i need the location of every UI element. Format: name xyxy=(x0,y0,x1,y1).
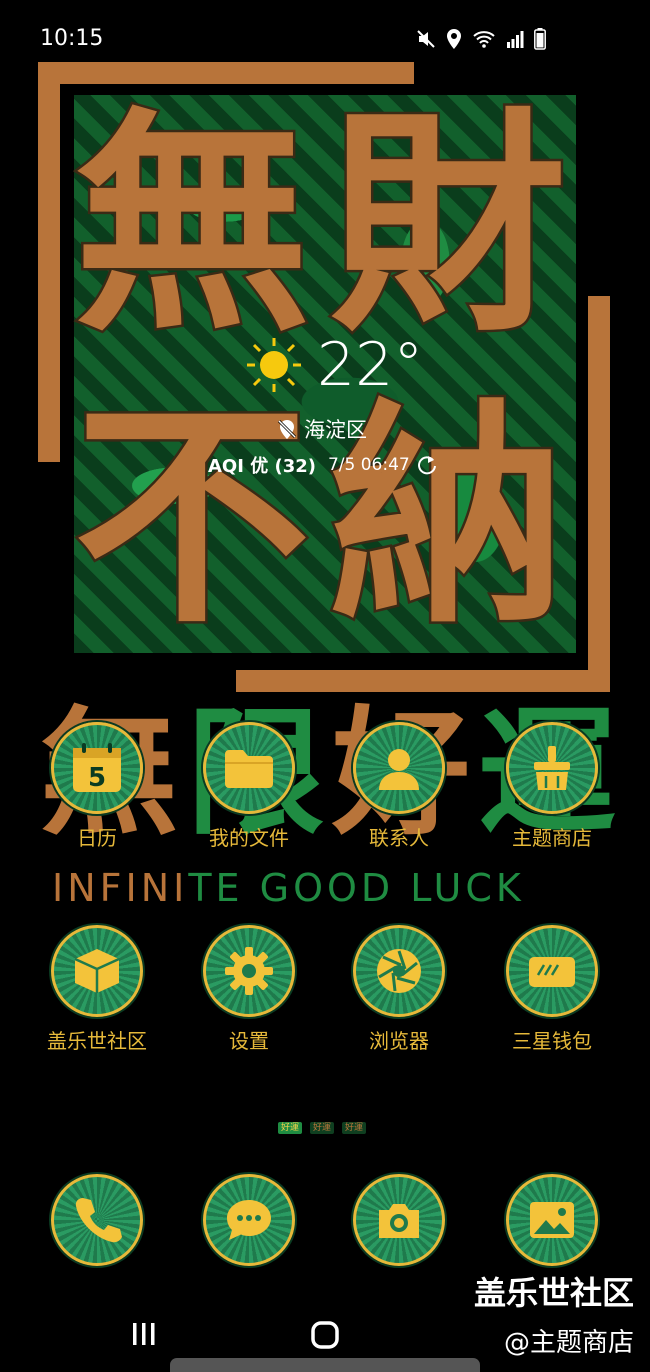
mute-icon xyxy=(417,30,435,48)
gesture-handle[interactable] xyxy=(170,1358,480,1372)
app-label: 浏览器 xyxy=(369,1029,429,1053)
dock-camera[interactable] xyxy=(324,1174,474,1266)
app-files-tile xyxy=(203,722,295,814)
page-dot[interactable]: 好運 xyxy=(310,1122,335,1134)
dock-messages[interactable] xyxy=(174,1174,324,1266)
contact-icon xyxy=(379,749,419,790)
app-theme-store[interactable]: 主题商店 xyxy=(477,722,627,851)
app-browser[interactable]: 浏览器 xyxy=(324,925,474,1054)
dock-camera-tile xyxy=(353,1174,445,1266)
app-my-files[interactable]: 我的文件 xyxy=(174,722,324,851)
location-off-icon xyxy=(277,419,297,439)
app-theme-tile xyxy=(506,722,598,814)
weather-updated: 7/5 06:47 xyxy=(327,455,410,475)
page-dot[interactable]: 好運 xyxy=(342,1122,367,1134)
dock-phone-tile xyxy=(51,1174,143,1266)
folder-icon xyxy=(225,750,273,788)
app-galaxy-community[interactable]: 盖乐世社区 xyxy=(22,925,172,1054)
app-contacts[interactable]: 联系人 xyxy=(324,722,474,851)
home-icon[interactable] xyxy=(310,1320,340,1350)
camera-icon xyxy=(379,1204,419,1238)
poster-char-cai: 財 xyxy=(327,88,568,363)
theme-store-icon xyxy=(534,746,570,790)
home-screen: 10:15 無 財 不 納 22° 海淀区 AQI 优 (32) 7/5 06:… xyxy=(0,0,650,1372)
page-indicator[interactable]: 好運 好運 好運 xyxy=(278,1122,367,1134)
messages-icon xyxy=(227,1200,271,1240)
app-contacts-tile xyxy=(353,722,445,814)
page-dot[interactable]: 好運 xyxy=(278,1122,303,1134)
wallpaper-english-a: INFINI xyxy=(52,866,189,910)
browser-icon xyxy=(377,949,421,993)
weather-aqi-row: AQI 优 (32) 7/5 06:47 xyxy=(208,452,438,478)
app-wallet-tile xyxy=(506,925,598,1017)
app-label: 设置 xyxy=(229,1029,269,1053)
weather-temp-row: 22° xyxy=(245,330,423,400)
refresh-icon[interactable] xyxy=(416,454,438,476)
box-icon xyxy=(74,949,120,993)
app-calendar-tile: 5 xyxy=(51,722,143,814)
app-samsung-wallet[interactable]: 三星钱包 xyxy=(477,925,627,1054)
location-icon xyxy=(447,29,461,49)
app-label: 主题商店 xyxy=(512,826,592,850)
status-icons xyxy=(416,28,546,50)
gallery-icon xyxy=(530,1202,574,1238)
poster-frame-bottom xyxy=(236,670,610,692)
wallet-icon xyxy=(529,957,575,987)
dock-phone[interactable] xyxy=(22,1174,172,1266)
weather-location: 海淀区 xyxy=(304,418,367,442)
poster-char-wu: 無 xyxy=(71,88,312,363)
dock-gallery[interactable] xyxy=(477,1174,627,1266)
dock-messages-tile xyxy=(203,1174,295,1266)
poster-char-bu: 不 xyxy=(71,380,312,655)
app-settings[interactable]: 设置 xyxy=(174,925,324,1054)
wallpaper-infinite-good-luck: INFINITE GOOD LUCK xyxy=(52,866,525,910)
weather-aqi: AQI 优 (32) xyxy=(208,456,316,477)
poster-frame xyxy=(38,62,414,84)
weather-location-row: 海淀区 xyxy=(276,414,367,444)
app-calendar[interactable]: 5 日历 xyxy=(22,722,172,851)
recents-icon[interactable] xyxy=(130,1320,158,1348)
app-label: 三星钱包 xyxy=(512,1029,592,1053)
dock-gallery-tile xyxy=(506,1174,598,1266)
app-label: 我的文件 xyxy=(209,826,289,850)
app-browser-tile xyxy=(353,925,445,1017)
sun-icon xyxy=(247,338,301,392)
signal-icon xyxy=(507,31,524,48)
app-label: 日历 xyxy=(77,826,117,850)
battery-icon xyxy=(534,28,546,50)
app-label: 盖乐世社区 xyxy=(47,1029,147,1053)
status-time: 10:15 xyxy=(40,26,104,51)
weather-temperature: 22° xyxy=(317,330,424,400)
gear-icon xyxy=(225,947,273,995)
calendar-icon: 5 xyxy=(73,743,121,793)
phone-icon xyxy=(75,1198,122,1243)
wallpaper-english-b: TE GOOD LUCK xyxy=(188,866,525,910)
poster-frame-right xyxy=(588,296,610,692)
calendar-badge: 5 xyxy=(88,763,106,793)
app-community-tile xyxy=(51,925,143,1017)
app-label: 联系人 xyxy=(369,826,429,850)
wifi-icon xyxy=(473,31,495,48)
poster-frame-left xyxy=(38,62,60,462)
app-settings-tile xyxy=(203,925,295,1017)
